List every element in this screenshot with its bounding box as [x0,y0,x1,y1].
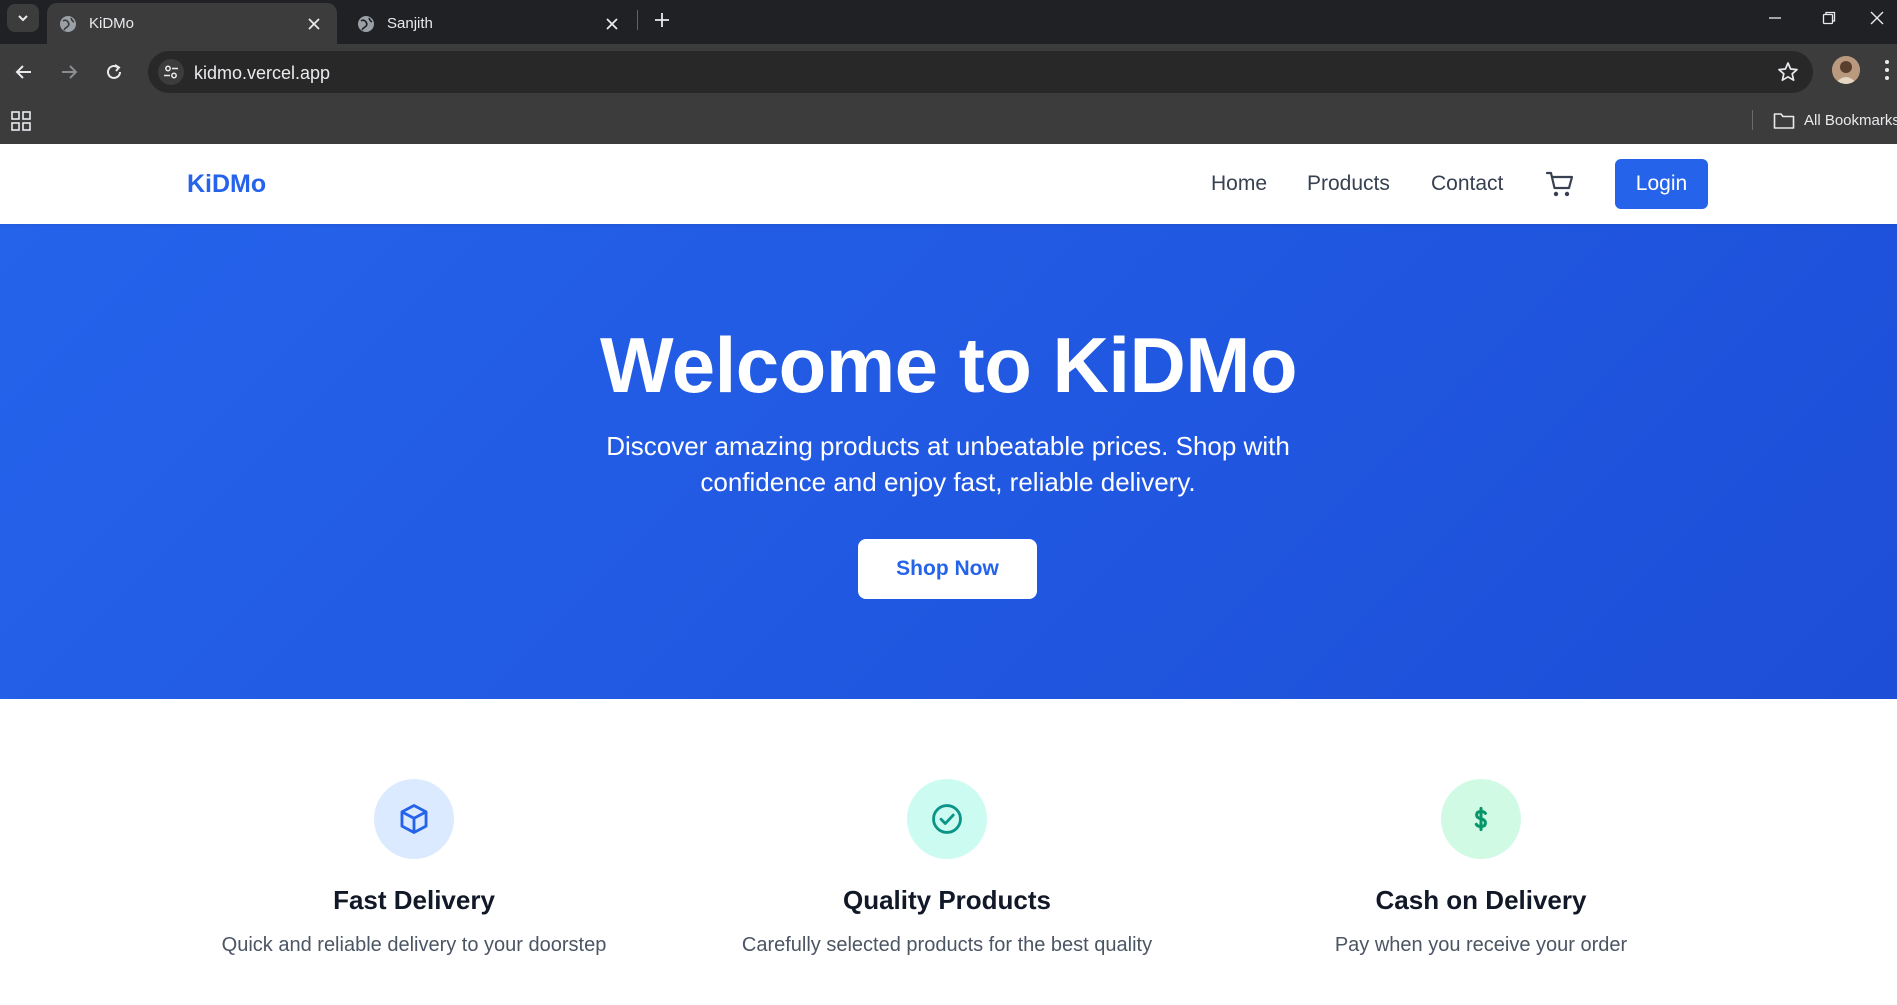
arrow-left-icon [15,65,31,79]
bookmark-star-icon[interactable] [1777,61,1799,83]
tab-divider [637,10,638,30]
url-text: kidmo.vercel.app [194,63,331,83]
chevron-down-icon [18,15,28,22]
forward-button[interactable] [53,56,85,88]
feature-icon-circle [374,779,454,859]
shop-now-button[interactable]: Shop Now [858,539,1037,599]
browser-tab-bar: KiDMo Sanjith [0,0,1897,44]
page-viewport: KiDMo Home Products Contact Login Welcom… [0,144,1897,1005]
cart-icon[interactable] [1545,169,1575,199]
box-icon [400,804,428,834]
tab-search-button[interactable] [7,4,39,32]
feature-cash-on-delivery: Cash on Delivery Pay when you receive yo… [1181,779,1781,957]
apps-grid-icon[interactable] [10,110,32,132]
tab-title: KiDMo [89,15,135,32]
feature-description: Quick and reliable delivery to your door… [221,934,607,956]
more-vertical-icon[interactable] [1880,58,1894,82]
tune-icon [164,65,178,79]
bookmarks-divider [1752,110,1753,130]
close-tab-button[interactable] [601,13,623,35]
back-button[interactable] [8,56,40,88]
site-logo[interactable]: KiDMo [187,170,266,199]
nav-products-link[interactable]: Products [1307,172,1390,196]
feature-title: Fast Delivery [333,885,495,915]
close-tab-button[interactable] [303,13,325,35]
login-button[interactable]: Login [1615,159,1708,209]
bookmarks-bar: All Bookmarks [0,100,1897,144]
nav-contact-link[interactable]: Contact [1431,172,1503,196]
close-icon [1870,11,1883,25]
feature-fast-delivery: Fast Delivery Quick and reliable deliver… [114,779,714,957]
minimize-icon [1769,17,1781,19]
hero-subtitle: Discover amazing products at unbeatable … [606,431,1290,497]
all-bookmarks-link[interactable]: All Bookmarks [1804,112,1897,129]
plus-icon [655,13,669,27]
nav-home-link[interactable]: Home [1211,172,1267,196]
check-circle-icon [932,804,962,834]
hero-section: Welcome to KiDMo Discover amazing produc… [0,224,1897,699]
browser-toolbar: kidmo.vercel.app [0,44,1897,100]
tab-title: Sanjith [387,15,433,32]
globe-icon [60,15,76,32]
feature-description: Carefully selected products for the best… [741,934,1153,956]
address-bar[interactable]: kidmo.vercel.app [148,51,1813,93]
hero-title: Welcome to KiDMo [600,321,1297,409]
feature-icon-circle [907,779,987,859]
tab-kidmo[interactable]: KiDMo [47,3,337,44]
site-navbar: KiDMo Home Products Contact Login [0,144,1897,224]
globe-icon [358,15,374,32]
folder-icon[interactable] [1773,112,1795,130]
close-icon [606,17,618,30]
site-info-button[interactable] [158,59,184,85]
person-icon [1832,56,1860,84]
feature-title: Quality Products [842,885,1052,915]
reload-button[interactable] [98,56,130,88]
reload-icon [107,64,121,79]
feature-icon-circle [1441,779,1521,859]
feature-quality-products: Quality Products Carefully selected prod… [647,779,1247,957]
restore-icon [1822,11,1836,25]
arrow-right-icon [62,65,78,79]
new-tab-button[interactable] [648,6,676,34]
close-icon [308,17,320,30]
dollar-icon [1474,806,1487,832]
feature-description: Pay when you receive your order [1334,934,1628,956]
tab-sanjith[interactable]: Sanjith [345,3,635,44]
profile-avatar[interactable] [1832,56,1860,84]
close-window-button[interactable] [1856,0,1897,36]
feature-title: Cash on Delivery [1375,885,1587,915]
minimize-window-button[interactable] [1752,0,1798,36]
restore-window-button[interactable] [1806,0,1852,36]
